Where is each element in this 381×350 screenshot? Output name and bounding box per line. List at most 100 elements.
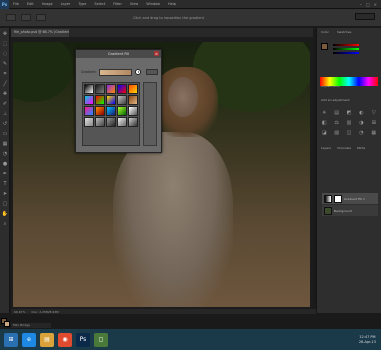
red-slider[interactable]	[333, 44, 359, 46]
gradient-preset-swatch[interactable]	[128, 84, 138, 94]
ok-button[interactable]	[146, 69, 158, 75]
pen-tool-icon[interactable]: ✒	[1, 170, 9, 178]
minimize-button[interactable]: –	[360, 2, 362, 7]
menu-layer[interactable]: Layer	[57, 2, 75, 6]
menu-window[interactable]: Window	[142, 2, 164, 6]
gradient-preset-swatch[interactable]	[84, 117, 94, 127]
hue-saturation-icon[interactable]: ◧	[320, 120, 328, 126]
zoom-tool-icon[interactable]: ⌕	[1, 220, 9, 228]
history-brush-tool-icon[interactable]: ↺	[1, 120, 9, 128]
gradient-preset-swatch[interactable]	[128, 95, 138, 105]
menu-image[interactable]: Image	[38, 2, 57, 6]
gradient-picker-arrow-icon[interactable]: ▾	[135, 69, 142, 75]
document-size[interactable]: Doc: 2.25M/8.93M	[31, 310, 58, 314]
gradient-preset-swatch[interactable]	[95, 84, 105, 94]
gradient-preset-swatch[interactable]	[84, 106, 94, 116]
gradient-preset-swatch[interactable]	[117, 117, 127, 127]
internet-explorer-icon[interactable]: e	[22, 332, 36, 347]
option-box[interactable]	[21, 14, 31, 21]
curves-icon[interactable]: ◩	[345, 110, 353, 116]
exposure-icon[interactable]: ◐	[357, 110, 365, 116]
workspace-select[interactable]	[355, 13, 375, 20]
selective-color-icon[interactable]: ▦	[370, 130, 378, 136]
gradient-preset-swatch[interactable]	[95, 117, 105, 127]
blue-slider[interactable]	[333, 52, 359, 54]
tab-layers[interactable]: Layers	[321, 146, 331, 152]
shape-tool-icon[interactable]: ▢	[1, 200, 9, 208]
menu-help[interactable]: Help	[164, 2, 180, 6]
gradient-preview[interactable]	[99, 68, 133, 76]
gradient-preset-swatch[interactable]	[117, 95, 127, 105]
gradient-preset-swatch[interactable]	[117, 84, 127, 94]
crop-tool-icon[interactable]: ⌗	[1, 70, 9, 78]
eyedropper-tool-icon[interactable]: ╱	[1, 80, 9, 88]
dialog-title-bar[interactable]: Gradient Fill ×	[76, 50, 161, 58]
photo-filter-icon[interactable]: ◑	[357, 120, 365, 126]
gradient-preset-swatch[interactable]	[117, 106, 127, 116]
channel-mixer-icon[interactable]: ⊞	[370, 120, 378, 126]
menu-edit[interactable]: Edit	[23, 2, 38, 6]
healing-tool-icon[interactable]: ✚	[1, 90, 9, 98]
eraser-tool-icon[interactable]: ▭	[1, 130, 9, 138]
close-window-button[interactable]: ×	[374, 2, 377, 7]
gradient-preset-swatch[interactable]	[106, 117, 116, 127]
mini-bridge-tab[interactable]: Mini Bridge	[11, 323, 51, 328]
gradient-preset-swatch[interactable]	[95, 106, 105, 116]
gradient-preset-swatch[interactable]	[106, 84, 116, 94]
brush-tool-icon[interactable]: ✐	[1, 100, 9, 108]
black-white-icon[interactable]: ▥	[345, 120, 353, 126]
gradient-tool-icon[interactable]: ▦	[1, 140, 9, 148]
document-tab[interactable]: file_photo.psd @ 66.7% (Gradient Fill 1,…	[11, 29, 69, 37]
menu-view[interactable]: View	[126, 2, 142, 6]
marquee-tool-icon[interactable]: ⬚	[1, 40, 9, 48]
green-slider[interactable]	[333, 48, 359, 50]
gradient-preset-swatch[interactable]	[106, 95, 116, 105]
maximize-button[interactable]: □	[366, 2, 370, 7]
gradient-map-icon[interactable]: ◔	[357, 130, 365, 136]
menu-file[interactable]: File	[9, 2, 23, 6]
close-icon[interactable]: ×	[154, 51, 159, 56]
stamp-tool-icon[interactable]: ⊥	[1, 110, 9, 118]
lasso-tool-icon[interactable]: ◌	[1, 50, 9, 58]
quick-select-tool-icon[interactable]: ✎	[1, 60, 9, 68]
gradient-preset-swatch[interactable]	[128, 117, 138, 127]
tab-channels[interactable]: Channels	[337, 146, 351, 152]
menu-type[interactable]: Type	[74, 2, 90, 6]
tab-paths[interactable]: Paths	[357, 146, 365, 152]
levels-icon[interactable]: ▤	[332, 110, 340, 116]
path-select-tool-icon[interactable]: ➤	[1, 190, 9, 198]
clock[interactable]: 12:47 PM 26-Apr-13	[359, 335, 376, 345]
tool-preset-picker[interactable]	[6, 14, 16, 21]
color-panel-foreground-swatch[interactable]	[321, 43, 328, 50]
gradient-preset-swatch[interactable]	[84, 95, 94, 105]
option-box[interactable]	[36, 14, 46, 21]
layer-row[interactable]: Background	[322, 205, 378, 216]
color-ramp[interactable]	[320, 77, 378, 86]
threshold-icon[interactable]: ◫	[345, 130, 353, 136]
tab-color[interactable]: Color	[321, 30, 329, 36]
brightness-icon[interactable]: ☀	[320, 110, 328, 116]
posterize-icon[interactable]: ▨	[332, 130, 340, 136]
invert-icon[interactable]: ◪	[320, 130, 328, 136]
menu-select[interactable]: Select	[90, 2, 109, 6]
dodge-tool-icon[interactable]: ●	[1, 160, 9, 168]
hand-tool-icon[interactable]: ✋	[1, 210, 9, 218]
vibrance-icon[interactable]: ▽	[370, 110, 378, 116]
chrome-icon[interactable]: ◉	[58, 332, 72, 347]
gradient-preset-swatch[interactable]	[95, 95, 105, 105]
type-tool-icon[interactable]: T	[1, 180, 9, 188]
background-color-swatch[interactable]	[4, 321, 10, 327]
start-button-icon[interactable]: ⊞	[4, 332, 18, 347]
zoom-level[interactable]: 66.67%	[14, 310, 25, 314]
app-taskbar-icon[interactable]: ◻	[94, 332, 108, 347]
file-explorer-icon[interactable]: ▤	[40, 332, 54, 347]
color-balance-icon[interactable]: ⚖	[332, 120, 340, 126]
gradient-preset-swatch[interactable]	[106, 106, 116, 116]
move-tool-icon[interactable]: ✥	[1, 30, 9, 38]
gradient-preset-swatch[interactable]	[84, 84, 94, 94]
gradient-preset-swatch[interactable]	[128, 106, 138, 116]
layer-row[interactable]: Gradient Fill 1	[322, 193, 378, 204]
tab-swatches[interactable]: Swatches	[337, 30, 351, 36]
photoshop-taskbar-icon[interactable]: Ps	[76, 332, 90, 347]
menu-filter[interactable]: Filter	[109, 2, 126, 6]
